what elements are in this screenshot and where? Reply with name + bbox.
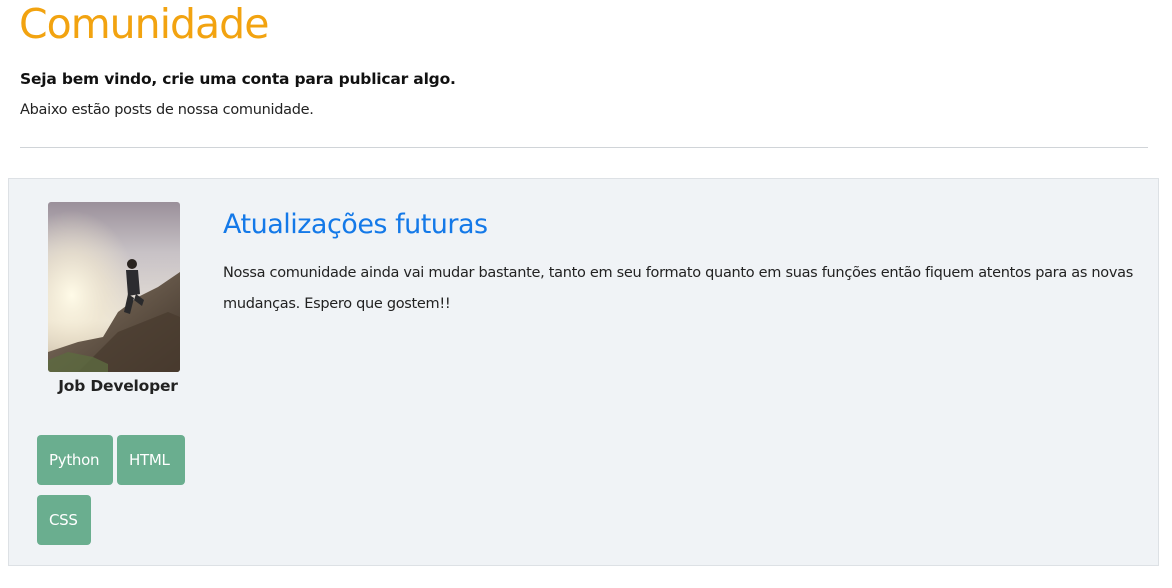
post-body: Nossa comunidade ainda vai mudar bastant… bbox=[223, 265, 1133, 312]
welcome-message: Seja bem vindo, crie uma conta para publ… bbox=[20, 70, 456, 88]
page-title: Comunidade bbox=[19, 0, 269, 48]
tag-css[interactable]: CSS bbox=[37, 495, 91, 545]
posts-subtitle: Abaixo estão posts de nossa comunidade. bbox=[20, 102, 314, 118]
tag-html[interactable]: HTML bbox=[117, 435, 185, 485]
person-on-rocks-photo-icon bbox=[48, 202, 180, 372]
post-title-link[interactable]: Atualizações futuras bbox=[223, 201, 488, 249]
tag-python[interactable]: Python bbox=[37, 435, 113, 485]
author-name: Job Developer bbox=[58, 377, 178, 395]
divider bbox=[20, 147, 1148, 148]
author-avatar[interactable] bbox=[48, 202, 180, 372]
post-card: Job Developer Python HTML CSS Atualizaçõ… bbox=[8, 178, 1159, 566]
